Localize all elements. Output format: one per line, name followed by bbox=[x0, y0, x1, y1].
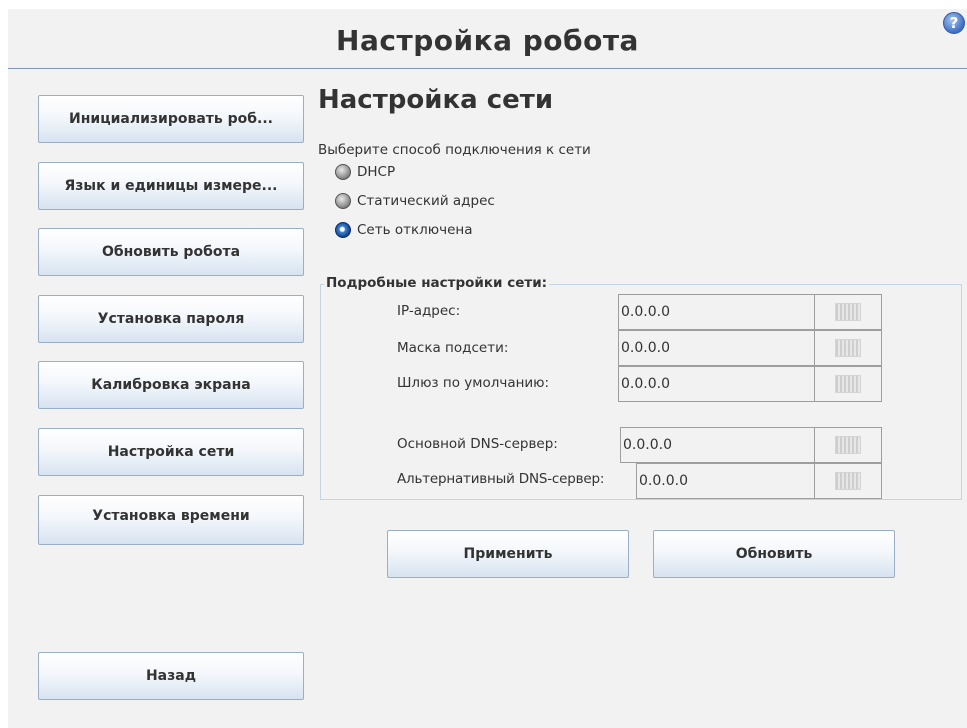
sidebar-item-initialize-robot[interactable]: Инициализировать роб... bbox=[38, 95, 304, 143]
page-title: Настройка робота bbox=[336, 24, 639, 57]
apply-button[interactable]: Применить bbox=[387, 530, 629, 578]
ip-address-label: IP-адрес: bbox=[397, 303, 461, 319]
title-bar: Настройка робота ? bbox=[8, 9, 967, 69]
subnet-mask-label: Маска подсети: bbox=[397, 340, 509, 356]
radio-network-disabled[interactable]: Сеть отключена bbox=[335, 220, 473, 240]
subnet-mask-field[interactable] bbox=[618, 330, 815, 366]
ip-address-keyboard-button[interactable] bbox=[814, 294, 882, 330]
sidebar-item-network-setup[interactable]: Настройка сети bbox=[38, 428, 304, 476]
ip-address-field[interactable] bbox=[618, 294, 815, 330]
sidebar-item-set-password[interactable]: Установка пароля bbox=[38, 295, 304, 343]
back-button[interactable]: Назад bbox=[38, 652, 304, 700]
alternate-dns-field[interactable] bbox=[636, 463, 815, 499]
refresh-button[interactable]: Обновить bbox=[653, 530, 895, 578]
sidebar-item-calibrate-screen[interactable]: Калибровка экрана bbox=[38, 361, 304, 409]
primary-dns-label: Основной DNS-сервер: bbox=[397, 436, 558, 452]
sidebar-item-set-time[interactable]: Установка времени bbox=[38, 495, 304, 545]
default-gateway-keyboard-button[interactable] bbox=[814, 366, 882, 402]
keyboard-icon bbox=[835, 303, 861, 321]
keyboard-icon bbox=[835, 472, 861, 490]
keyboard-icon bbox=[835, 436, 861, 454]
sidebar-item-language-units[interactable]: Язык и единицы измере... bbox=[38, 162, 304, 210]
keyboard-icon bbox=[835, 375, 861, 393]
sidebar-item-update-robot[interactable]: Обновить робота bbox=[38, 228, 304, 276]
alternate-dns-label: Альтернативный DNS-сервер: bbox=[397, 471, 605, 487]
alternate-dns-keyboard-button[interactable] bbox=[814, 463, 882, 499]
radio-unselected-icon bbox=[335, 193, 351, 209]
connection-method-label: Выберите способ подключения к сети bbox=[318, 142, 591, 158]
default-gateway-label: Шлюз по умолчанию: bbox=[397, 375, 550, 391]
primary-dns-keyboard-button[interactable] bbox=[814, 427, 882, 463]
radio-selected-icon bbox=[335, 222, 351, 238]
help-icon[interactable]: ? bbox=[943, 12, 965, 34]
section-title: Настройка сети bbox=[318, 85, 554, 115]
radio-label: Статический адрес bbox=[357, 193, 495, 209]
radio-static-address[interactable]: Статический адрес bbox=[335, 191, 495, 211]
app-window: Настройка робота ? Инициализировать роб.… bbox=[8, 9, 967, 728]
radio-label: Сеть отключена bbox=[357, 222, 473, 238]
subnet-mask-keyboard-button[interactable] bbox=[814, 330, 882, 366]
network-details-title: Подробные настройки сети: bbox=[324, 275, 550, 291]
primary-dns-field[interactable] bbox=[620, 427, 817, 463]
radio-unselected-icon bbox=[335, 164, 351, 180]
keyboard-icon bbox=[835, 339, 861, 357]
radio-dhcp[interactable]: DHCP bbox=[335, 162, 395, 182]
default-gateway-field[interactable] bbox=[618, 366, 815, 402]
radio-label: DHCP bbox=[357, 164, 396, 180]
